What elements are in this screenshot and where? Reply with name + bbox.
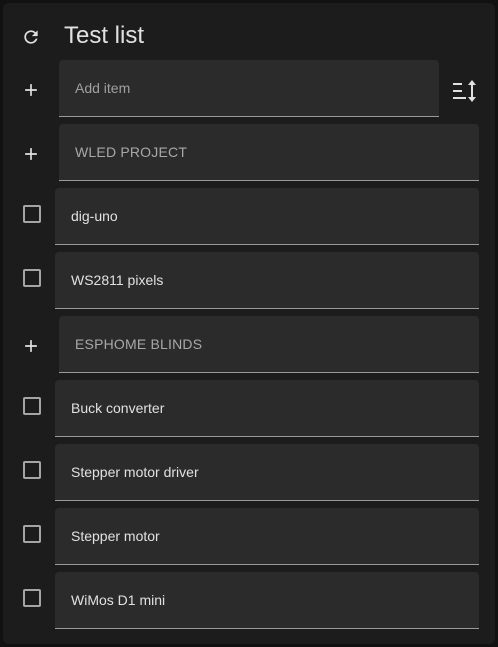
add-to-section-plus-icon[interactable]	[21, 336, 41, 356]
section-field[interactable]: ESPHOME BLINDS	[59, 316, 479, 373]
list-item: Buck converter	[3, 380, 495, 438]
item-field[interactable]: Stepper motor driver	[55, 444, 479, 501]
list-item: WS2811 pixels	[3, 252, 495, 310]
todo-list-card: Test list Add item WLED PROJECT dig-uno	[3, 3, 495, 644]
item-label: WS2811 pixels	[71, 272, 164, 288]
add-item-placeholder: Add item	[75, 80, 131, 96]
add-item-input[interactable]: Add item	[59, 60, 439, 117]
item-label: WiMos D1 mini	[71, 592, 166, 608]
list-item: Stepper motor driver	[3, 444, 495, 502]
item-label: Stepper motor driver	[71, 464, 199, 480]
item-field[interactable]: WiMos D1 mini	[55, 572, 479, 629]
card-header: Test list	[3, 3, 495, 65]
item-label: dig-uno	[71, 208, 118, 224]
list-item: Stepper motor	[3, 508, 495, 566]
item-checkbox[interactable]	[23, 589, 41, 607]
list-item: dig-uno	[3, 188, 495, 246]
item-checkbox[interactable]	[23, 397, 41, 415]
sort-icon[interactable]	[453, 80, 477, 102]
section-header-row: WLED PROJECT	[3, 124, 495, 182]
add-item-plus-icon[interactable]	[21, 80, 41, 100]
item-checkbox[interactable]	[23, 525, 41, 543]
item-checkbox[interactable]	[23, 269, 41, 287]
list-title: Test list	[64, 22, 145, 49]
list-item: WiMos D1 mini	[3, 572, 495, 630]
section-name: WLED PROJECT	[75, 144, 188, 160]
item-label: Stepper motor	[71, 528, 160, 544]
item-field[interactable]: Stepper motor	[55, 508, 479, 565]
section-header-row: ESPHOME BLINDS	[3, 316, 495, 374]
item-field[interactable]: dig-uno	[55, 188, 479, 245]
item-label: Buck converter	[71, 400, 165, 416]
refresh-icon[interactable]	[21, 27, 41, 47]
item-field[interactable]: Buck converter	[55, 380, 479, 437]
add-to-section-plus-icon[interactable]	[21, 144, 41, 164]
section-name: ESPHOME BLINDS	[75, 336, 203, 352]
add-item-row: Add item	[3, 60, 495, 118]
item-field[interactable]: WS2811 pixels	[55, 252, 479, 309]
item-checkbox[interactable]	[23, 205, 41, 223]
section-field[interactable]: WLED PROJECT	[59, 124, 479, 181]
item-checkbox[interactable]	[23, 461, 41, 479]
